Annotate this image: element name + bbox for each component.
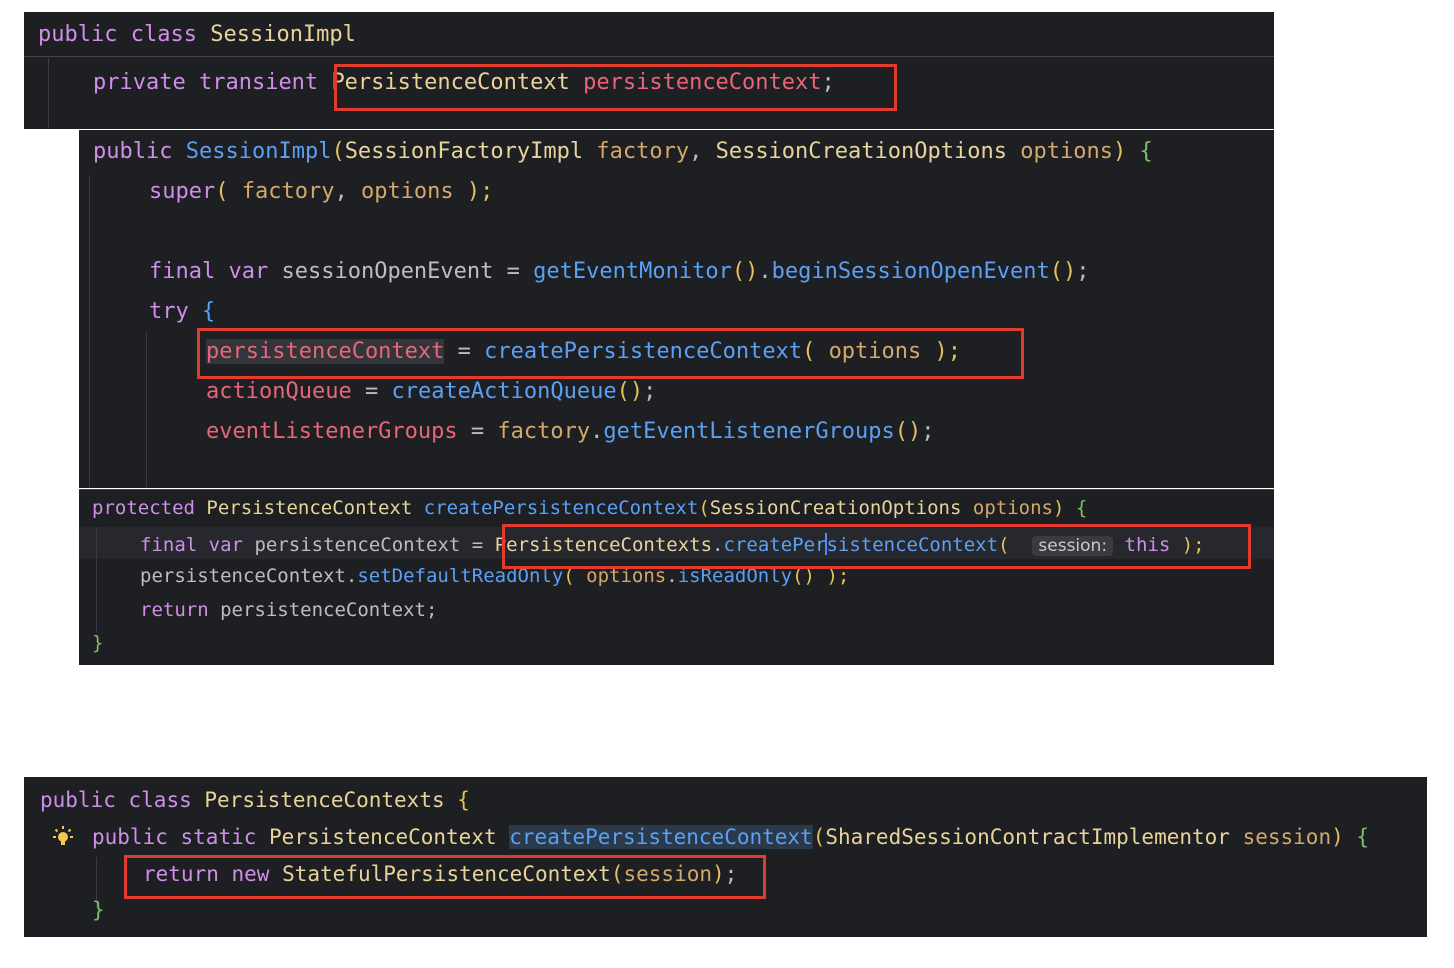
code-line-class-decl: public class SessionImpl [38, 22, 356, 47]
code-line-class-persistence-contexts: public class PersistenceContexts { [40, 788, 470, 812]
indent-guide [96, 527, 97, 632]
highlight-box-factory-call [502, 524, 1251, 569]
code-line-super: super( factory, options ); [149, 179, 494, 204]
highlight-box-field [334, 64, 897, 111]
code-line-session-open-event: final var sessionOpenEvent = getEventMon… [149, 259, 1090, 284]
code-line-assign-action-queue: actionQueue = createActionQueue(); [206, 379, 657, 404]
highlight-box-assign [197, 328, 1024, 379]
indent-guide [48, 58, 49, 128]
code-line-static-create-method: public static PersistenceContext createP… [92, 825, 1370, 849]
divider [79, 489, 1274, 490]
code-line-method-signature: protected PersistenceContext createPersi… [92, 497, 1088, 519]
highlight-box-return-new [124, 855, 766, 899]
code-line-try: try { [149, 299, 216, 324]
code-line-assign-event-listener-groups: eventListenerGroups = factory.getEventLi… [206, 419, 935, 444]
indent-guide [89, 175, 90, 487]
lightbulb-icon[interactable] [50, 825, 76, 851]
divider [24, 56, 1274, 57]
code-line-return: return persistenceContext; [140, 599, 438, 621]
code-line-close-brace: } [92, 632, 104, 654]
code-line-close-brace: } [92, 898, 105, 922]
code-line-constructor: public SessionImpl(SessionFactoryImpl fa… [93, 139, 1153, 164]
code-line-set-default-read-only: persistenceContext.setDefaultReadOnly( o… [140, 565, 850, 587]
indent-guide [146, 332, 147, 487]
